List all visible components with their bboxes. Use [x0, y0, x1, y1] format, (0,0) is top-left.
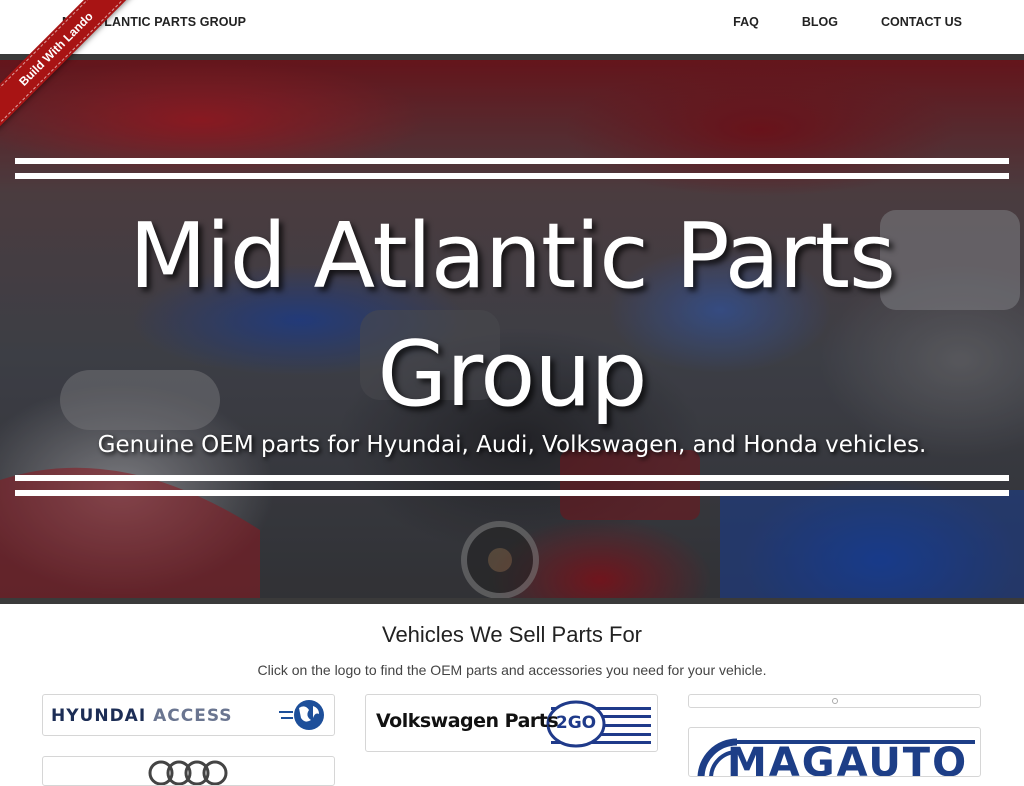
magauto-logo-card[interactable]: MAGAUTO [688, 727, 981, 777]
hero-rule-bottom-2 [15, 490, 1009, 496]
loading-indicator-icon [832, 698, 838, 704]
hero-banner: Mid Atlantic Parts Group Genuine OEM par… [0, 60, 1024, 604]
hero-rule-top-2 [15, 173, 1009, 179]
hyundai-access-logo-text: HYUNDAI ACCESS [51, 706, 233, 726]
vehicles-section-subtitle: Click on the logo to find the OEM parts … [257, 662, 767, 678]
nav-blog[interactable]: BLOG [802, 15, 838, 29]
top-navbar: MID ATLANTIC PARTS GROUP FAQ BLOG CONTAC… [0, 0, 1024, 60]
audi-rings-icon [148, 760, 228, 785]
volkswagen-parts-wordmark: Volkswagen Parts [376, 710, 559, 732]
hero-subtitle: Genuine OEM parts for Hyundai, Audi, Vol… [97, 432, 927, 458]
build-with-lando-ribbon[interactable]: Build With Lando [0, 0, 136, 129]
hyundai-wordmark: HYUNDAI [51, 706, 147, 726]
volkswagen-parts-2go-logo-card[interactable]: Volkswagen Parts 2GO [365, 694, 658, 752]
loading-logo-card[interactable] [688, 694, 981, 708]
audi-logo-card[interactable] [42, 756, 335, 786]
magauto-wordmark: MAGAUTO [727, 740, 969, 777]
hyundai-access-logo-card[interactable]: HYUNDAI ACCESS [42, 694, 335, 736]
2go-badge: 2GO [555, 713, 597, 733]
nav-contact-us[interactable]: CONTACT US [881, 15, 962, 29]
vehicles-section-title: Vehicles We Sell Parts For [381, 622, 643, 647]
ribbon-wrapper: Build With Lando [0, 0, 140, 140]
globe-icon [279, 698, 331, 732]
nav-links: FAQ BLOG CONTACT US [690, 15, 962, 29]
hero-rule-top-1 [15, 158, 1009, 164]
nav-faq[interactable]: FAQ [733, 15, 759, 29]
hero-title: Mid Atlantic Parts Group [129, 204, 896, 427]
hero-rule-bottom-1 [15, 475, 1009, 481]
access-wordmark: ACCESS [153, 706, 233, 726]
